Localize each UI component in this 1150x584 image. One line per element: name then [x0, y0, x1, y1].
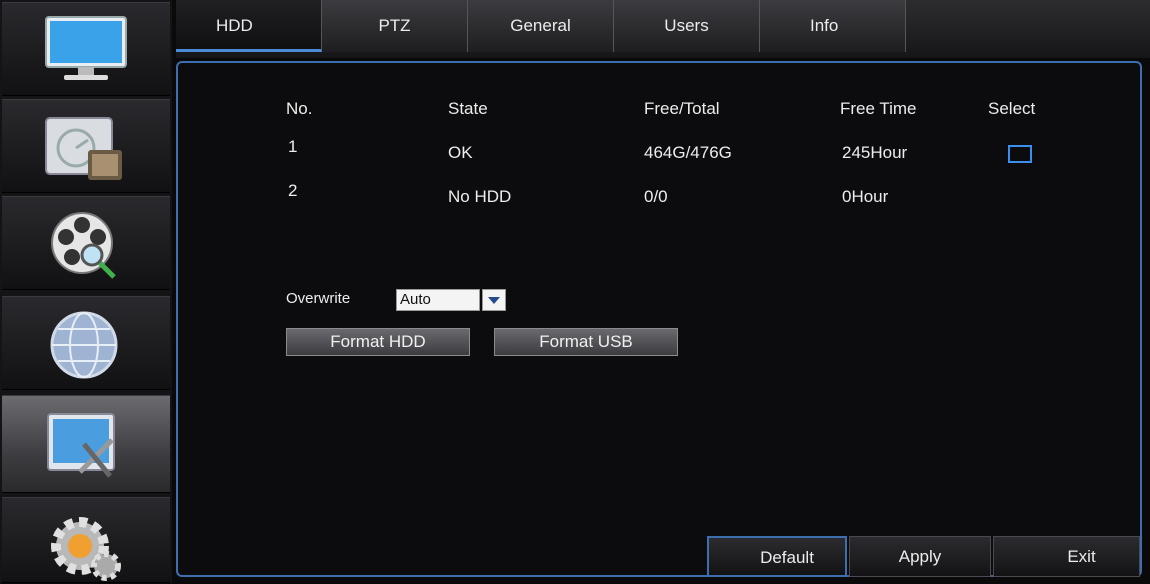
tab-general[interactable]: General: [468, 0, 614, 52]
default-button[interactable]: Default: [707, 536, 847, 577]
overwrite-label: Overwrite: [286, 290, 351, 307]
sidebar-item-system[interactable]: [2, 497, 170, 583]
sidebar-item-device[interactable]: [2, 395, 170, 493]
header-free-time: Free Time: [840, 99, 917, 118]
tab-ptz[interactable]: PTZ: [322, 0, 468, 52]
record-icon: [45, 117, 122, 180]
apply-button[interactable]: Apply: [849, 536, 991, 577]
row-free-time: 0Hour: [842, 187, 889, 206]
row-no: 2: [288, 181, 298, 200]
tab-users[interactable]: Users: [614, 0, 760, 52]
row-state: No HDD: [448, 187, 512, 206]
header-free-total: Free/Total: [644, 99, 720, 118]
hdd-panel: No. State Free/Total Free Time Select 1 …: [176, 61, 1142, 577]
sidebar: [0, 0, 172, 583]
sidebar-item-network[interactable]: [2, 296, 170, 390]
tab-bar: HDD PTZ General Users Info: [176, 0, 1150, 58]
device-icon: [47, 413, 115, 478]
select-checkbox[interactable]: [1008, 145, 1032, 163]
system-gear-icon: [51, 517, 121, 581]
playback-icon: [51, 212, 116, 279]
header-no: No.: [286, 99, 313, 118]
format-hdd-button[interactable]: Format HDD: [286, 328, 470, 356]
exit-button[interactable]: Exit: [993, 536, 1140, 577]
row-no: 1: [288, 137, 298, 156]
sidebar-item-record[interactable]: [2, 99, 170, 193]
row-state: OK: [448, 143, 473, 162]
tab-hdd[interactable]: HDD: [176, 0, 322, 52]
chevron-down-icon[interactable]: [482, 289, 506, 311]
sidebar-item-playback[interactable]: [2, 196, 170, 290]
row-free-time: 245Hour: [842, 143, 908, 162]
format-usb-button[interactable]: Format USB: [494, 328, 678, 356]
overwrite-value: Auto: [396, 289, 480, 311]
sidebar-item-display[interactable]: [2, 2, 170, 96]
overwrite-select[interactable]: Auto: [396, 289, 506, 311]
row-free-total: 0/0: [644, 187, 668, 206]
network-icon: [50, 311, 118, 379]
header-select: Select: [988, 99, 1036, 118]
display-icon: [45, 16, 127, 80]
tab-info[interactable]: Info: [760, 0, 906, 52]
header-state: State: [448, 99, 488, 118]
row-free-total: 464G/476G: [644, 143, 732, 162]
